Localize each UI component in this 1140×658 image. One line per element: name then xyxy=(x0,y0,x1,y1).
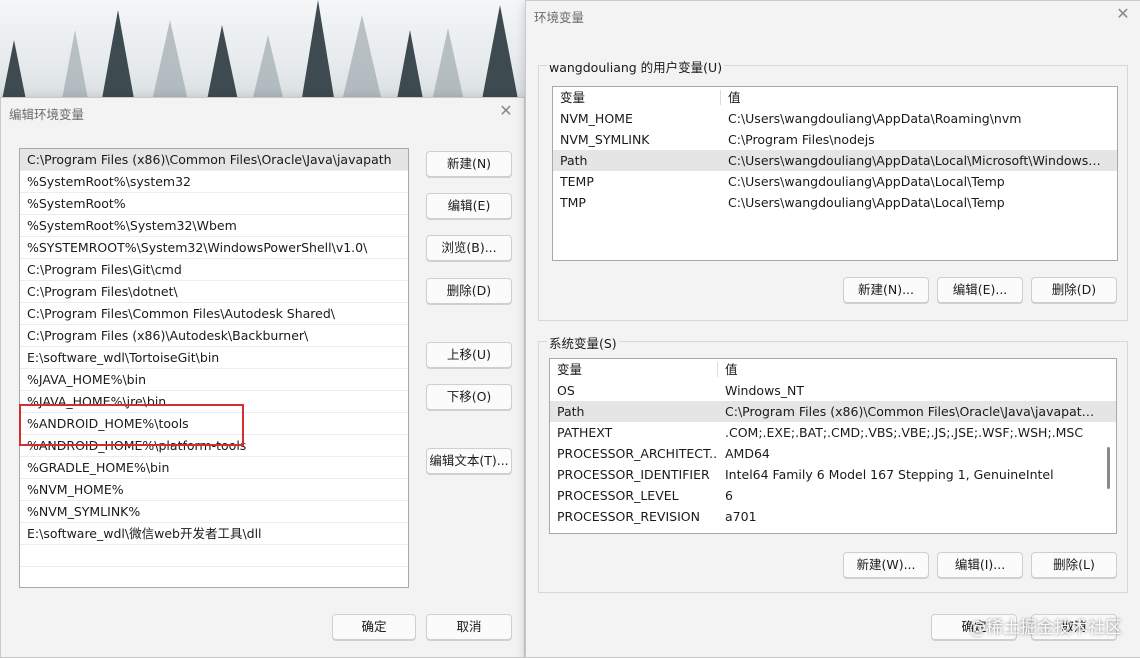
variable-value: C:\Program Files\nodejs xyxy=(728,132,875,147)
list-item[interactable]: C:\Program Files (x86)\Autodesk\Backburn… xyxy=(20,325,408,347)
list-item[interactable]: %SystemRoot%\system32 xyxy=(20,171,408,193)
list-item[interactable]: %ANDROID_HOME%\platform-tools xyxy=(20,435,408,457)
variable-name: PATHEXT xyxy=(557,425,613,440)
variable-value: Intel64 Family 6 Model 167 Stepping 1, G… xyxy=(725,467,1054,482)
variable-name: PROCESSOR_REVISION xyxy=(557,509,700,524)
new-button[interactable]: 新建(N) xyxy=(426,151,512,177)
list-item[interactable]: C:\Program Files (x86)\Common Files\Orac… xyxy=(20,149,408,171)
list-item[interactable]: %GRADLE_HOME%\bin xyxy=(20,457,408,479)
list-item[interactable]: %NVM_SYMLINK% xyxy=(20,501,408,523)
user-edit-button[interactable]: 编辑(E)... xyxy=(937,277,1023,303)
list-item[interactable] xyxy=(20,567,408,587)
table-row[interactable]: PROCESSOR_REVISION a701 xyxy=(550,506,1116,527)
table-row[interactable]: PROCESSOR_LEVEL 6 xyxy=(550,485,1116,506)
variable-value: C:\Users\wangdouliang\AppData\Local\Micr… xyxy=(728,153,1101,168)
table-header: 变量 值 xyxy=(553,87,1117,108)
variable-name: PROCESSOR_IDENTIFIER xyxy=(557,467,710,482)
variable-value: 6 xyxy=(725,488,733,503)
variable-value: .COM;.EXE;.BAT;.CMD;.VBS;.VBE;.JS;.JSE;.… xyxy=(725,425,1084,440)
list-item[interactable]: %JAVA_HOME%\jre\bin xyxy=(20,391,408,413)
edit-button[interactable]: 编辑(E) xyxy=(426,193,512,219)
user-variables-label: wangdouliang 的用户变量(U) xyxy=(547,57,725,76)
vertical-scrollbar[interactable] xyxy=(1107,447,1110,489)
move-down-button[interactable]: 下移(O) xyxy=(426,384,512,410)
user-variables-group: wangdouliang 的用户变量(U) 变量 值 NVM_HOME C:\Us… xyxy=(538,57,1128,321)
system-edit-button[interactable]: 编辑(I)... xyxy=(937,552,1023,578)
edit-environment-variable-dialog: 编辑环境变量 ✕ C:\Program Files (x86)\Common F… xyxy=(0,97,525,658)
list-item[interactable]: C:\Program Files\dotnet\ xyxy=(20,281,408,303)
close-button[interactable]: ✕ xyxy=(494,100,518,122)
variable-name: Path xyxy=(557,404,585,419)
system-variables-table[interactable]: 变量 值 OS Windows_NT Path C:\Program Files (x… xyxy=(549,358,1117,534)
dialog-title: 编辑环境变量 xyxy=(9,107,85,122)
variable-value: C:\Users\wangdouliang\AppData\Local\Temp xyxy=(728,174,1005,189)
table-row[interactable]: PATHEXT .COM;.EXE;.BAT;.CMD;.VBS;.VBE;.JS… xyxy=(550,422,1116,443)
table-row[interactable]: OS Windows_NT xyxy=(550,380,1116,401)
list-item[interactable]: C:\Program Files\Git\cmd xyxy=(20,259,408,281)
list-item[interactable]: %SYSTEMROOT%\System32\WindowsPowerShell\… xyxy=(20,237,408,259)
variable-value: a701 xyxy=(725,509,757,524)
variable-name: NVM_HOME xyxy=(560,111,633,126)
variable-value: C:\Users\wangdouliang\AppData\Roaming\nv… xyxy=(728,111,1022,126)
table-row[interactable]: PROCESSOR_ARCHITECT... AMD64 xyxy=(550,443,1116,464)
column-header-variable[interactable]: 变量 xyxy=(560,87,720,108)
column-header-value[interactable]: 值 xyxy=(728,87,1101,108)
column-header-variable[interactable]: 变量 xyxy=(557,359,717,380)
delete-button[interactable]: 删除(D) xyxy=(426,278,512,304)
variable-value: C:\Users\wangdouliang\AppData\Local\Temp xyxy=(728,195,1005,210)
close-icon: ✕ xyxy=(1116,4,1130,23)
move-up-button[interactable]: 上移(U) xyxy=(426,342,512,368)
browse-button[interactable]: 浏览(B)... xyxy=(426,235,512,261)
variable-name: OS xyxy=(557,383,575,398)
environment-variables-dialog: 环境变量 ✕ wangdouliang 的用户变量(U) 变量 值 NVM_HO… xyxy=(525,0,1140,658)
system-new-button[interactable]: 新建(W)... xyxy=(843,552,929,578)
watermark: @稀土掘金技术社区 xyxy=(969,618,1122,638)
variable-name: Path xyxy=(560,153,588,168)
variable-name: PROCESSOR_LEVEL xyxy=(557,488,679,503)
desktop-wallpaper xyxy=(0,0,525,110)
edit-text-button[interactable]: 编辑文本(T)... xyxy=(426,448,512,474)
system-delete-button[interactable]: 删除(L) xyxy=(1031,552,1117,578)
list-item[interactable]: %JAVA_HOME%\bin xyxy=(20,369,408,391)
list-item[interactable] xyxy=(20,545,408,567)
user-variables-table[interactable]: 变量 值 NVM_HOME C:\Users\wangdouliang\AppDa… xyxy=(552,86,1118,261)
variable-value: AMD64 xyxy=(725,446,770,461)
list-item[interactable]: %NVM_HOME% xyxy=(20,479,408,501)
table-row[interactable]: PROCESSOR_IDENTIFIER Intel64 Family 6 Mod… xyxy=(550,464,1116,485)
list-item[interactable]: E:\software_wdl\微信web开发者工具\dll xyxy=(20,523,408,545)
system-variables-group: 系统变量(S) 变量 值 OS Windows_NT Path C:\Program … xyxy=(538,333,1128,593)
table-row[interactable]: Path C:\Program Files (x86)\Common Files\… xyxy=(550,401,1116,422)
column-header-value[interactable]: 值 xyxy=(725,359,1100,380)
close-button[interactable]: ✕ xyxy=(1111,3,1135,25)
variable-value: Windows_NT xyxy=(725,383,805,398)
forest-background xyxy=(0,0,520,110)
system-variables-label: 系统变量(S) xyxy=(547,333,619,352)
path-list[interactable]: C:\Program Files (x86)\Common Files\Orac… xyxy=(19,148,409,588)
variable-name: PROCESSOR_ARCHITECT... xyxy=(557,446,717,461)
list-item[interactable]: C:\Program Files\Common Files\Autodesk S… xyxy=(20,303,408,325)
table-row[interactable]: Path C:\Users\wangdouliang\AppData\Local\… xyxy=(553,150,1117,171)
table-row[interactable]: TEMP C:\Users\wangdouliang\AppData\Local\… xyxy=(553,171,1117,192)
list-item[interactable]: %SystemRoot% xyxy=(20,193,408,215)
cancel-button[interactable]: 取消 xyxy=(426,614,512,640)
table-row[interactable]: NVM_HOME C:\Users\wangdouliang\AppData\Ro… xyxy=(553,108,1117,129)
variable-value: C:\Program Files (x86)\Common Files\Orac… xyxy=(725,404,1100,419)
list-item[interactable]: E:\software_wdl\TortoiseGit\bin xyxy=(20,347,408,369)
variable-name: NVM_SYMLINK xyxy=(560,132,650,147)
list-item[interactable]: %ANDROID_HOME%\tools xyxy=(20,413,408,435)
variable-name: TMP xyxy=(560,195,586,210)
close-icon: ✕ xyxy=(499,101,513,120)
ok-button[interactable]: 确定 xyxy=(332,614,416,640)
user-delete-button[interactable]: 删除(D) xyxy=(1031,277,1117,303)
table-row[interactable]: NVM_SYMLINK C:\Program Files\nodejs xyxy=(553,129,1117,150)
table-row[interactable]: TMP C:\Users\wangdouliang\AppData\Local\T… xyxy=(553,192,1117,213)
user-new-button[interactable]: 新建(N)... xyxy=(843,277,929,303)
table-header: 变量 值 xyxy=(550,359,1116,380)
list-item[interactable]: %SystemRoot%\System32\Wbem xyxy=(20,215,408,237)
dialog-title: 环境变量 xyxy=(534,10,585,25)
variable-name: TEMP xyxy=(560,174,594,189)
